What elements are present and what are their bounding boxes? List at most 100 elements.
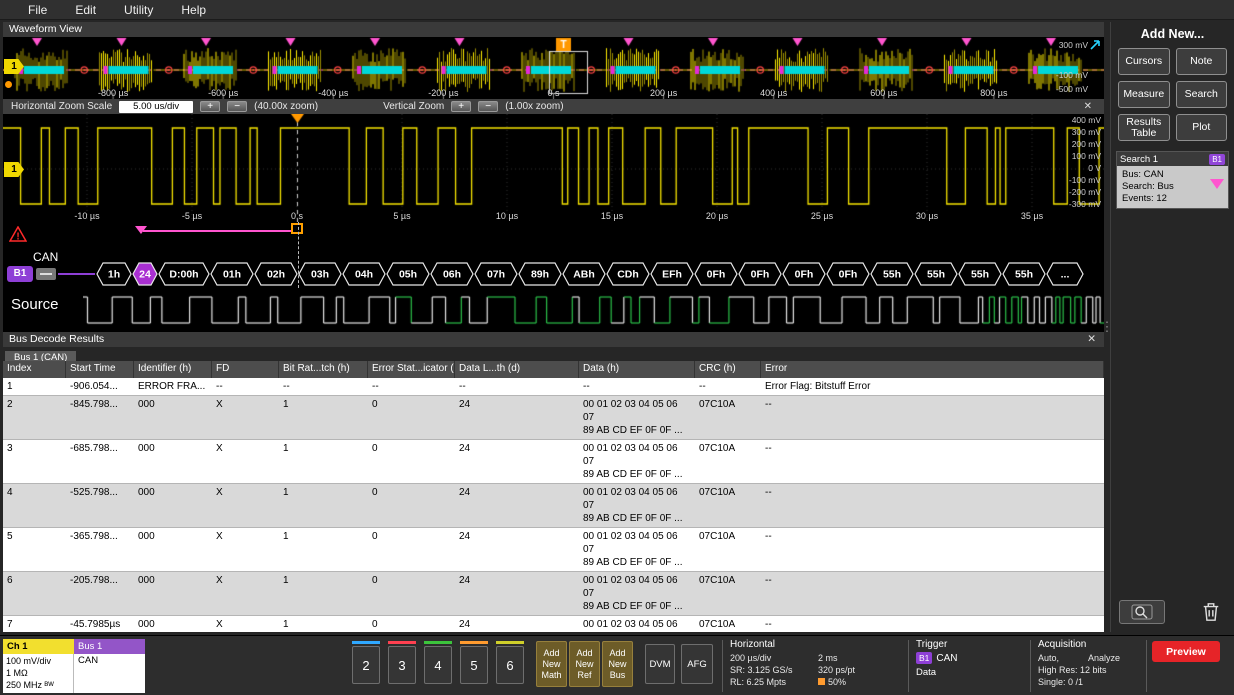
search1-card[interactable]: Search 1 B1 Bus: CANSearch: BusEvents: 1…: [1116, 151, 1229, 209]
h-zoom-scale-value[interactable]: 5.00 us/div: [119, 101, 193, 113]
table-cell: 1: [279, 484, 368, 527]
channel-2-button[interactable]: 2: [352, 646, 380, 684]
add-new-search-button[interactable]: Search: [1176, 81, 1228, 108]
waveform-view-title: Waveform View: [3, 22, 1104, 37]
menu-item-utility[interactable]: Utility: [110, 1, 167, 19]
close-results-icon[interactable]: ✕: [1087, 332, 1096, 347]
horizontal-settings[interactable]: Horizontal 200 µs/div2 ms SR: 3.125 GS/s…: [728, 638, 904, 688]
menu-item-file[interactable]: File: [14, 1, 61, 19]
table-header-row: IndexStart TimeIdentifier (h)FDBit Rat..…: [3, 361, 1104, 378]
search-detail-line: Search: Bus: [1122, 181, 1223, 193]
column-header[interactable]: Error Stat...icator (h): [368, 361, 455, 378]
afg-button[interactable]: AFG: [681, 644, 713, 684]
trash-icon: [1201, 601, 1221, 623]
table-row[interactable]: 6-205.798...000X102400 01 02 03 04 05 06…: [3, 572, 1104, 616]
svg-text:0Fh: 0Fh: [839, 269, 858, 281]
table-row[interactable]: 5-365.798...000X102400 01 02 03 04 05 06…: [3, 528, 1104, 572]
source-label: Source: [11, 296, 59, 313]
v-zoom-label: Vertical Zoom: [383, 101, 444, 112]
overview-v-label: -500 mV: [1056, 84, 1088, 94]
channel-4-button[interactable]: 4: [424, 646, 452, 684]
add-new-ref-button[interactable]: Add New Ref: [569, 641, 600, 687]
table-cell: 07C10A: [695, 528, 761, 571]
pan-zoom-icon[interactable]: [1088, 38, 1102, 52]
zoom-time-label: 10 µs: [496, 211, 518, 221]
table-row[interactable]: 3-685.798...000X102400 01 02 03 04 05 06…: [3, 440, 1104, 484]
column-header[interactable]: Bit Rat...tch (h): [279, 361, 368, 378]
add-new-plot-button[interactable]: Plot: [1176, 114, 1228, 141]
v-zoom-minus-button[interactable]: −: [478, 101, 498, 112]
overview-time-label: 800 µs: [980, 88, 1007, 98]
svg-text:06h: 06h: [443, 269, 461, 281]
channel-3-button[interactable]: 3: [388, 646, 416, 684]
bus1-badge[interactable]: B1: [7, 266, 33, 282]
ch1-badge[interactable]: Ch 1: [3, 639, 74, 654]
zoom-results-button[interactable]: [1119, 600, 1165, 624]
column-header[interactable]: Data L...th (d): [455, 361, 579, 378]
bus-decode-track[interactable]: ! CAN B1 1h24D:00h01h02h03h04h05h06h07h8…: [3, 222, 1104, 332]
v-zoom-plus-button[interactable]: +: [451, 101, 471, 112]
add-new-note-button[interactable]: Note: [1176, 48, 1228, 75]
table-cell: X: [212, 528, 279, 571]
table-cell: 000: [134, 440, 212, 483]
column-header[interactable]: Error: [761, 361, 1104, 378]
zoom-voltage-axis: 400 mV300 mV200 mV100 mV0 V-100 mV-200 m…: [1069, 116, 1101, 209]
dvm-button[interactable]: DVM: [645, 644, 675, 684]
results-table[interactable]: IndexStart TimeIdentifier (h)FDBit Rat..…: [3, 361, 1104, 632]
svg-text:04h: 04h: [355, 269, 373, 281]
menu-item-help[interactable]: Help: [167, 1, 220, 19]
menu-item-edit[interactable]: Edit: [61, 1, 110, 19]
zoom-time-label: 25 µs: [811, 211, 833, 221]
overview-waveform[interactable]: 1 -800 µs-600 µs-400 µs-200 µs0 s200 µs4…: [3, 37, 1104, 99]
bus-handle[interactable]: [36, 268, 56, 280]
close-zoom-icon[interactable]: ✕: [1084, 101, 1096, 112]
column-header[interactable]: Data (h): [579, 361, 695, 378]
h-zoom-minus-button[interactable]: −: [227, 101, 247, 112]
zoom-time-label: -5 µs: [182, 211, 202, 221]
column-header[interactable]: Index: [3, 361, 66, 378]
table-row[interactable]: 1-906.054...ERROR FRA...------------Erro…: [3, 378, 1104, 396]
column-header[interactable]: FD: [212, 361, 279, 378]
bus1-settings: CAN: [74, 654, 145, 693]
svg-text:02h: 02h: [267, 269, 285, 281]
table-cell: 24: [455, 572, 579, 615]
column-header[interactable]: Start Time: [66, 361, 134, 378]
add-new-math-button[interactable]: Add New Math: [536, 641, 567, 687]
overview-time-label: 400 µs: [760, 88, 787, 98]
h-zoom-plus-button[interactable]: +: [200, 101, 220, 112]
channel-6-button[interactable]: 6: [496, 646, 524, 684]
zoom-position-marker: [291, 223, 303, 234]
channel-bus-card[interactable]: Ch 1 Bus 1 100 mV/div 1 MΩ 250 MHz ᴮᵂ CA…: [3, 639, 145, 693]
bus-name-label: CAN: [33, 250, 58, 264]
zoomed-canvas[interactable]: [3, 114, 1104, 222]
zoomed-waveform[interactable]: 1 -10 µs-5 µs0 s5 µs10 µs15 µs20 µs25 µs…: [3, 114, 1104, 222]
table-row[interactable]: 7-45.7985µs000X102400 01 02 03 04 05 06 …: [3, 616, 1104, 632]
sidebar: Add New... CursorsNoteMeasureSearchResul…: [1110, 22, 1234, 632]
table-cell: --: [368, 378, 455, 395]
column-header[interactable]: CRC (h): [695, 361, 761, 378]
channel-5-button[interactable]: 5: [460, 646, 488, 684]
table-body[interactable]: 1-906.054...ERROR FRA...------------Erro…: [3, 378, 1104, 632]
add-new-buttons: CursorsNoteMeasureSearchResults TablePlo…: [1111, 48, 1234, 141]
table-row[interactable]: 2-845.798...000X102400 01 02 03 04 05 06…: [3, 396, 1104, 440]
trigger-settings[interactable]: Trigger B1CAN Data: [914, 638, 1024, 680]
delete-button[interactable]: [1194, 600, 1228, 624]
add-new-results-table-button[interactable]: Results Table: [1118, 114, 1170, 141]
menu-bar: FileEditUtilityHelp: [0, 0, 1234, 20]
zoom-v-label: -100 mV: [1069, 176, 1101, 185]
acquisition-title: Acquisition: [1038, 639, 1144, 650]
table-cell: 4: [3, 484, 66, 527]
table-row[interactable]: 4-525.798...000X102400 01 02 03 04 05 06…: [3, 484, 1104, 528]
table-cell: X: [212, 484, 279, 527]
table-cell: X: [212, 396, 279, 439]
svg-text:0Fh: 0Fh: [795, 269, 814, 281]
table-cell: --: [579, 378, 695, 395]
add-new-cursors-button[interactable]: Cursors: [1118, 48, 1170, 75]
bus1-bottom-badge[interactable]: Bus 1: [74, 639, 145, 654]
add-new-bus-button[interactable]: Add New Bus: [602, 641, 633, 687]
preview-button[interactable]: Preview: [1152, 641, 1220, 662]
column-header[interactable]: Identifier (h): [134, 361, 212, 378]
add-new-measure-button[interactable]: Measure: [1118, 81, 1170, 108]
table-cell: 24: [455, 616, 579, 632]
acquisition-settings[interactable]: Acquisition Auto,Analyze High Res: 12 bi…: [1036, 638, 1144, 688]
